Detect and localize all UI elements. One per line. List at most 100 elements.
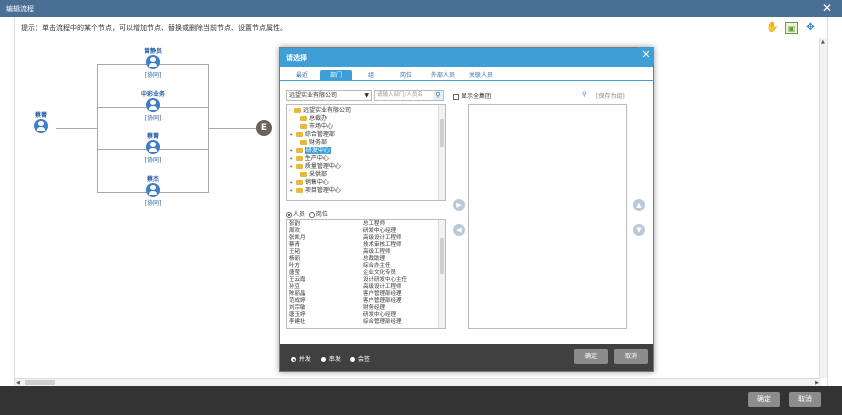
option-countersign[interactable]: 会签	[350, 354, 370, 363]
node-type: [协同]	[144, 157, 162, 164]
tree-node[interactable]: + 综合管理部	[289, 131, 335, 139]
hand-icon[interactable]: ✋	[766, 22, 779, 34]
selected-search-icon[interactable]: ⚲	[582, 91, 586, 98]
dialog-cancel-button[interactable]: 取消	[614, 349, 648, 364]
unit-select[interactable]: 远望实业有限公司 ▼	[286, 90, 372, 101]
scroll-up-icon[interactable]: ▲	[821, 39, 825, 45]
window-title: 编辑流程	[6, 5, 34, 13]
list-item[interactable]: 孙豆 高级设计工程师	[287, 284, 437, 291]
list-item[interactable]: 唐莹 企业文化专员	[287, 270, 437, 277]
dialog-title: 请选择	[286, 54, 307, 62]
folder-icon	[300, 116, 307, 121]
dialog-ok-button[interactable]: 确定	[574, 349, 608, 364]
radio[interactable]	[321, 357, 326, 362]
option-serial[interactable]: 串发	[321, 354, 341, 363]
list-item[interactable]: 陈丽晶 客户管理部经理	[287, 291, 437, 298]
list-item[interactable]: 叶方 综合办主任	[287, 263, 437, 270]
tree-node[interactable]: 市场中心	[295, 123, 333, 131]
list-item[interactable]: 蔡青 技术审核工程师	[287, 242, 437, 249]
list-item[interactable]: 王云霞 设计研发中心主任	[287, 277, 437, 284]
tab-post[interactable]: 岗位	[394, 70, 418, 81]
tab-group[interactable]: 组	[360, 70, 382, 81]
person-icon	[146, 98, 160, 112]
tab-department[interactable]: 部门	[320, 70, 352, 81]
tree-node[interactable]: 采供部	[295, 171, 327, 179]
scroll-thumb[interactable]	[440, 238, 444, 274]
node-type: [协同]	[144, 115, 162, 122]
radio-post-label: 岗位	[315, 211, 328, 218]
option-concurrent[interactable]: 并发	[291, 354, 311, 363]
show-all-group-checkbox[interactable]: 显示全集团	[453, 91, 491, 100]
tree-node[interactable]: + 项目管理中心	[289, 187, 341, 195]
folder-icon	[295, 156, 303, 161]
list-item[interactable]: 王韬 高级工程师	[287, 249, 437, 256]
folder-icon	[295, 188, 303, 193]
connector-line	[208, 128, 258, 129]
list-item[interactable]: 张韵 总工程师	[287, 221, 437, 228]
person-icon	[146, 183, 160, 197]
list-item[interactable]: 张凯月 高级设计工程师	[287, 235, 437, 242]
folder-icon	[300, 140, 307, 145]
display-icon[interactable]: ▣	[785, 22, 798, 34]
window-ok-button[interactable]: 确定	[748, 392, 780, 407]
window-close-icon[interactable]: ✕	[822, 1, 832, 15]
list-item[interactable]: 刘宗敏 财务经理	[287, 305, 437, 312]
tree-scrollbar[interactable]	[438, 105, 445, 200]
move-left-icon[interactable]: ◀	[453, 224, 465, 236]
move-right-icon[interactable]: ▶	[453, 199, 465, 211]
unit-select-value: 远望实业有限公司	[289, 92, 338, 99]
flow-node[interactable]: 曾静员 [协同]	[138, 46, 168, 79]
folder-icon	[295, 148, 303, 153]
radio-people[interactable]	[286, 211, 292, 218]
checkbox[interactable]	[453, 93, 459, 100]
canvas-horizontal-scrollbar[interactable]: ◀ ▶	[15, 378, 821, 386]
search-icon[interactable]: ⚲	[433, 91, 443, 100]
list-item[interactable]: 唐玉婷 研发中心经理	[287, 312, 437, 319]
folder-icon	[295, 164, 303, 169]
window-titlebar: 编辑流程 ✕	[0, 0, 842, 17]
list-item[interactable]: 杨丽 总裁助理	[287, 256, 437, 263]
folder-icon	[295, 180, 303, 185]
list-item[interactable]: 周欢 研发中心经理	[287, 228, 437, 235]
node-type: [协同]	[144, 200, 162, 207]
tab-recent[interactable]: 最近	[288, 70, 316, 81]
flow-end-node[interactable]: E	[256, 120, 272, 136]
dialog-close-icon[interactable]: ✕	[638, 47, 654, 63]
scroll-thumb[interactable]	[25, 380, 55, 385]
mode-radio-group: 人员 岗位	[286, 209, 328, 218]
people-list-scrollbar[interactable]	[438, 220, 445, 328]
scroll-thumb[interactable]	[440, 119, 444, 147]
person-icon	[34, 119, 48, 133]
list-item[interactable]: 李建社 综合管理部经理	[287, 319, 437, 326]
save-as-group-link[interactable]: [保存为组]	[596, 91, 625, 100]
move-up-icon[interactable]: ▲	[633, 199, 645, 211]
tab-external[interactable]: 外部人员	[426, 70, 460, 81]
search-input[interactable]: 请输入部门/人员名 ⚲	[374, 90, 444, 101]
radio[interactable]	[291, 357, 296, 362]
flow-node[interactable]: 蔡杰 [协同]	[138, 174, 168, 207]
person-icon	[146, 55, 160, 69]
canvas-vertical-scrollbar[interactable]: ▲	[819, 38, 827, 378]
folder-icon	[294, 108, 301, 113]
tab-related[interactable]: 关联人员	[464, 70, 498, 81]
radio-people-label: 人员	[293, 211, 306, 218]
radio-post[interactable]	[308, 211, 315, 218]
tree-node[interactable]: - 远望实业有限公司	[289, 107, 351, 115]
flow-start-node[interactable]: 蔡菁	[26, 110, 56, 133]
fit-view-icon[interactable]: ✥	[804, 22, 817, 34]
tree-node-selected[interactable]: + 研发中心	[289, 147, 331, 155]
dialog-footer: 并发 串发 会签 确定 取消	[280, 344, 653, 371]
tree-node[interactable]: + 生产中心	[289, 155, 329, 163]
tree-node[interactable]: 总裁办	[295, 115, 327, 123]
tree-node[interactable]: + 销售中心	[289, 179, 329, 187]
radio[interactable]	[350, 357, 355, 362]
window-cancel-button[interactable]: 取消	[789, 392, 821, 407]
move-down-icon[interactable]: ▼	[633, 224, 645, 236]
list-item[interactable]: 范成婷 客户管理部经理	[287, 298, 437, 305]
search-placeholder: 请输入部门/人员名	[377, 92, 423, 98]
person-icon	[146, 140, 160, 154]
flow-node[interactable]: 蔡菁 [协同]	[138, 131, 168, 164]
tree-node[interactable]: + 质量管理中心	[289, 163, 341, 171]
flow-node[interactable]: 中彩业务 [协同]	[138, 89, 168, 122]
tree-node[interactable]: 财务部	[295, 139, 327, 147]
